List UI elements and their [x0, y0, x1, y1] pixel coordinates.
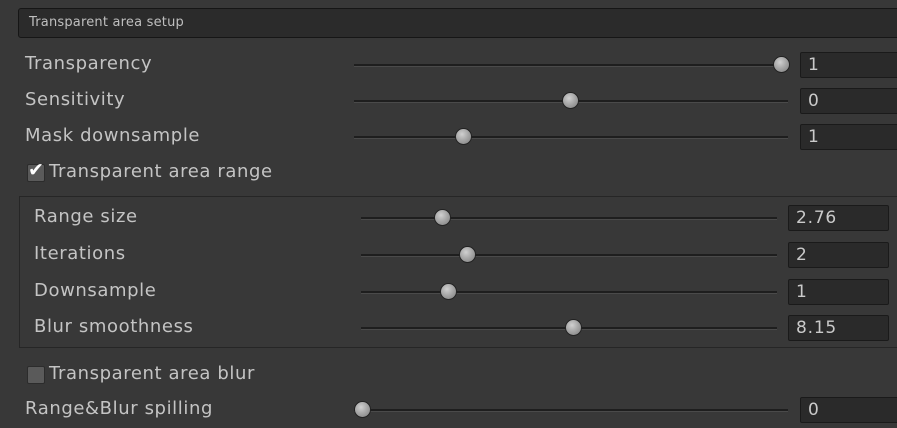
transparency-value: 1 — [808, 55, 820, 75]
blur-toggle-row[interactable]: Transparent area blur — [0, 360, 897, 390]
blur-smoothness-row: Blur smoothness 8.15 — [0, 313, 897, 343]
sensitivity-field[interactable]: 0 — [800, 88, 897, 114]
range-size-value: 2.76 — [796, 208, 838, 228]
spilling-slider-track[interactable] — [354, 409, 788, 412]
range-size-slider-thumb[interactable] — [435, 210, 450, 225]
transparency-label: Transparency — [25, 53, 153, 74]
iterations-label: Iterations — [34, 243, 126, 264]
range-size-field[interactable]: 2.76 — [788, 205, 889, 231]
sensitivity-value: 0 — [808, 91, 820, 111]
range-toggle-label: Transparent area range — [49, 161, 273, 182]
sensitivity-row: Sensitivity 0 — [0, 86, 897, 116]
blur-smoothness-value: 8.15 — [796, 318, 838, 338]
iterations-field[interactable]: 2 — [788, 242, 889, 268]
range-toggle-row[interactable]: ✔ Transparent area range — [0, 158, 897, 188]
mask-downsample-slider-track[interactable] — [354, 136, 788, 139]
checkmark-icon: ✔ — [28, 159, 44, 181]
range-size-slider-track[interactable] — [361, 217, 777, 220]
range-checkbox[interactable]: ✔ — [27, 159, 45, 182]
spilling-slider-thumb[interactable] — [355, 402, 370, 417]
mask-downsample-row: Mask downsample 1 — [0, 122, 897, 152]
downsample-value: 1 — [796, 282, 808, 302]
blur-smoothness-field[interactable]: 8.15 — [788, 315, 889, 341]
downsample-field[interactable]: 1 — [788, 279, 889, 305]
mask-downsample-value: 1 — [808, 127, 820, 147]
downsample-slider-thumb[interactable] — [441, 284, 456, 299]
transparency-field[interactable]: 1 — [800, 52, 897, 78]
blur-toggle-label: Transparent area blur — [49, 363, 255, 384]
transparency-slider-thumb[interactable] — [774, 57, 789, 72]
section-header-title: Transparent area setup — [29, 15, 184, 30]
sensitivity-label: Sensitivity — [25, 89, 126, 110]
blur-smoothness-label: Blur smoothness — [34, 316, 194, 337]
blur-checkbox[interactable] — [27, 366, 45, 384]
spilling-value: 0 — [808, 400, 820, 420]
downsample-label: Downsample — [34, 280, 157, 301]
section-header[interactable]: Transparent area setup — [18, 8, 897, 38]
mask-downsample-field[interactable]: 1 — [800, 124, 897, 150]
transparency-slider-track[interactable] — [354, 64, 788, 67]
mask-downsample-label: Mask downsample — [25, 125, 201, 146]
range-size-label: Range size — [34, 206, 138, 227]
range-size-row: Range size 2.76 — [0, 203, 897, 233]
spilling-label: Range&Blur spilling — [25, 398, 214, 419]
iterations-value: 2 — [796, 245, 808, 265]
spilling-row: Range&Blur spilling 0 — [0, 395, 897, 425]
downsample-row: Downsample 1 — [0, 277, 897, 307]
sensitivity-slider-thumb[interactable] — [563, 93, 578, 108]
spilling-field[interactable]: 0 — [800, 397, 897, 423]
transparency-row: Transparency 1 — [0, 50, 897, 80]
iterations-row: Iterations 2 — [0, 240, 897, 270]
iterations-slider-track[interactable] — [361, 254, 777, 257]
inspector-panel: Transparent area setup Transparency 1 Se… — [0, 0, 897, 428]
iterations-slider-thumb[interactable] — [460, 247, 475, 262]
blur-smoothness-slider-thumb[interactable] — [566, 320, 581, 335]
downsample-slider-track[interactable] — [361, 291, 777, 294]
mask-downsample-slider-thumb[interactable] — [456, 129, 471, 144]
